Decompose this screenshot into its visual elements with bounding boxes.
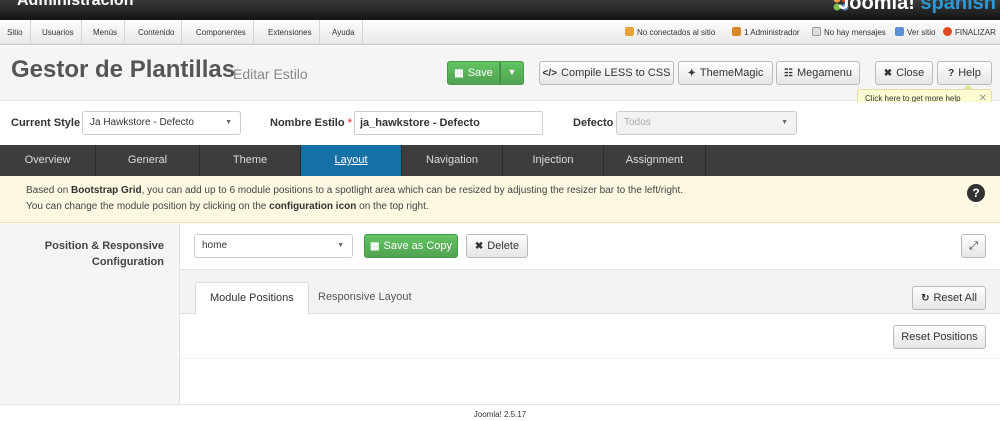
close-icon: ✖: [883, 68, 893, 79]
not-connected-status: No conectados al sitio: [625, 20, 715, 45]
code-icon: </>: [542, 68, 558, 79]
megamenu-button[interactable]: ☷ Megamenu: [776, 61, 860, 85]
reset-positions-button[interactable]: Reset Positions: [893, 325, 986, 349]
footer: Joomla! 2.5.17: [0, 404, 1000, 421]
caret-down-icon: ▼: [781, 119, 788, 126]
save-dropdown-toggle[interactable]: ▼: [500, 61, 524, 85]
required-marker: *: [347, 117, 352, 129]
style-name-label: Nombre Estilo *: [270, 117, 352, 129]
mail-icon: [812, 27, 821, 36]
subtab-module-positions[interactable]: Module Positions: [195, 282, 309, 315]
menu-item-menus[interactable]: Menús: [86, 20, 126, 45]
magic-wand-icon: ✦: [687, 68, 696, 79]
menu-item-sitio[interactable]: Sitio: [0, 20, 31, 45]
close-icon: ✖: [474, 241, 484, 252]
page-title: Gestor de Plantillas: [11, 56, 236, 83]
admin-menu-bar: Sitio Usuarios Menús Contenido Component…: [0, 20, 1000, 45]
divider: [180, 358, 1000, 359]
refresh-icon: ↻: [921, 293, 930, 304]
current-style-select[interactable]: Ja Hawkstore - Defecto ▼: [82, 111, 241, 135]
save-button[interactable]: ▦ Save: [447, 61, 500, 85]
compile-less-button[interactable]: </> Compile LESS to CSS: [539, 61, 674, 85]
menu-item-componentes[interactable]: Componentes: [189, 20, 254, 45]
save-icon: ▦: [370, 241, 380, 252]
admins-status: 1 Administrador: [732, 20, 800, 45]
info-line-1: Based on Bootstrap Grid, you can add up …: [26, 185, 684, 196]
info-line-2: You can change the module position by cl…: [26, 201, 429, 212]
delete-button[interactable]: ✖ Delete: [466, 234, 528, 258]
thememagic-button[interactable]: ✦ ThemeMagic: [678, 61, 773, 85]
position-config-label: Position & Responsive Configuration: [44, 240, 164, 268]
tab-assignment[interactable]: Assignment: [604, 145, 706, 176]
help-circle-icon[interactable]: ?: [967, 184, 985, 202]
menu-item-contenido[interactable]: Contenido: [131, 20, 183, 45]
tab-general[interactable]: General: [96, 145, 200, 176]
style-form: Current Style Ja Hawkstore - Defecto ▼ N…: [0, 102, 1000, 145]
default-label: Defecto: [573, 117, 614, 129]
layout-info-banner: Based on Bootstrap Grid, you can add up …: [0, 176, 1000, 223]
messages-status[interactable]: No hay mensajes: [812, 20, 886, 45]
layout-panel: home ▼ ▦ Save as Copy ✖ Delete ⤢ Module Po…: [179, 224, 1000, 404]
menu-item-usuarios[interactable]: Usuarios: [35, 20, 82, 45]
power-icon: [943, 27, 952, 36]
layout-config-area: Position & Responsive Configuration home…: [0, 224, 1000, 404]
toolbar: Gestor de Plantillas Editar Estilo ▦ Save…: [0, 46, 1000, 101]
close-button[interactable]: ✖ Close: [875, 61, 933, 85]
tab-theme[interactable]: Theme: [200, 145, 301, 176]
users-icon: [625, 27, 634, 36]
tab-layout[interactable]: Layout: [301, 145, 402, 176]
default-select: Todos ▼: [616, 111, 797, 135]
site-logo: Joomla! spanish: [838, 0, 996, 14]
caret-down-icon: ▼: [225, 119, 232, 126]
caret-down-icon: ▼: [337, 242, 344, 249]
question-icon: ?: [948, 68, 955, 79]
monitor-icon: [895, 27, 904, 36]
fullscreen-button[interactable]: ⤢: [961, 234, 986, 258]
logout-link[interactable]: FINALIZAR: [943, 20, 996, 45]
expand-icon: ⤢: [969, 240, 978, 252]
view-site-link[interactable]: Ver sitio: [895, 20, 935, 45]
user-icon: [732, 27, 741, 36]
config-tabs: Overview General Theme Layout Navigation…: [0, 145, 1000, 176]
save-as-copy-button[interactable]: ▦ Save as Copy: [364, 234, 458, 258]
admin-header: Administración Joomla! spanish: [0, 0, 1000, 20]
subtab-responsive-layout[interactable]: Responsive Layout: [304, 282, 426, 315]
layout-select[interactable]: home ▼: [194, 234, 353, 258]
reset-all-button[interactable]: ↻ Reset All: [912, 286, 986, 310]
layout-actions: home ▼ ▦ Save as Copy ✖ Delete ⤢: [180, 224, 1000, 270]
layout-subtabs: Module Positions Responsive Layout ↻ Rese…: [180, 270, 1000, 315]
save-icon: ▦: [454, 68, 464, 79]
page-subtitle: Editar Estilo: [233, 66, 308, 82]
menu-item-ayuda[interactable]: Ayuda: [325, 20, 363, 45]
tab-injection[interactable]: Injection: [503, 145, 604, 176]
sitemap-icon: ☷: [783, 68, 793, 79]
admin-title: Administración: [17, 0, 134, 9]
tab-navigation[interactable]: Navigation: [402, 145, 503, 176]
version-text: Joomla! 2.5.17: [473, 410, 527, 419]
caret-down-icon: ▼: [507, 67, 517, 77]
menu-item-extensiones[interactable]: Extensiones: [261, 20, 320, 45]
status-area: No conectados al sitio 1 Administrador N…: [625, 20, 1000, 45]
help-button[interactable]: ? Help: [937, 61, 992, 85]
style-name-field[interactable]: ja_hawkstore - Defecto: [354, 111, 543, 135]
tab-overview[interactable]: Overview: [0, 145, 96, 176]
current-style-label: Current Style: [11, 117, 81, 129]
